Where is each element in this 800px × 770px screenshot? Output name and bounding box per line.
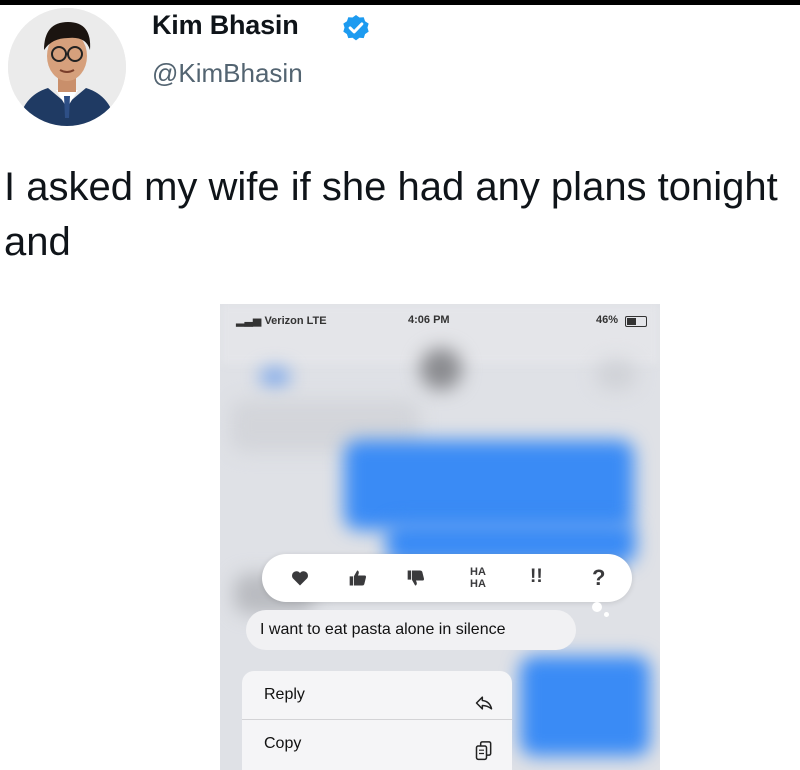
question-icon[interactable]: ? [592, 565, 605, 591]
menu-item-copy[interactable]: Copy [242, 720, 512, 768]
context-menu: Reply Copy [242, 671, 512, 770]
avatar[interactable] [8, 8, 126, 126]
thumbs-down-icon[interactable] [406, 568, 426, 593]
reaction-tail-small [604, 612, 609, 617]
menu-item-reply[interactable]: Reply [242, 671, 512, 719]
tweet-text: I asked my wife if she had any plans ton… [4, 165, 778, 264]
verified-badge-icon [340, 13, 372, 45]
copy-icon [474, 734, 494, 770]
svg-text:HA: HA [470, 566, 486, 578]
author-name[interactable]: Kim Bhasin [152, 10, 299, 41]
top-border [0, 0, 800, 5]
status-time: 4:06 PM [408, 314, 450, 326]
svg-text:HA: HA [470, 578, 486, 590]
status-carrier: ▂▃▅ Verizon LTE [236, 315, 327, 327]
message-bubble[interactable]: I want to eat pasta alone in silence [246, 610, 576, 650]
signal-bars-icon: ▂▃▅ [236, 315, 262, 327]
reaction-bar: HA HA !! ? [262, 554, 632, 602]
battery-icon [625, 316, 647, 327]
phone-screenshot: ▂▃▅ Verizon LTE 4:06 PM 46% HA HA !! ? I… [220, 304, 660, 770]
thumbs-up-icon[interactable] [348, 568, 368, 593]
haha-icon[interactable]: HA HA [466, 562, 490, 597]
author-handle[interactable]: @KimBhasin [152, 58, 303, 89]
exclamation-icon[interactable]: !! [530, 566, 543, 588]
heart-icon[interactable] [290, 568, 310, 593]
status-battery-percent: 46% [596, 314, 619, 326]
reaction-tail [592, 602, 602, 612]
